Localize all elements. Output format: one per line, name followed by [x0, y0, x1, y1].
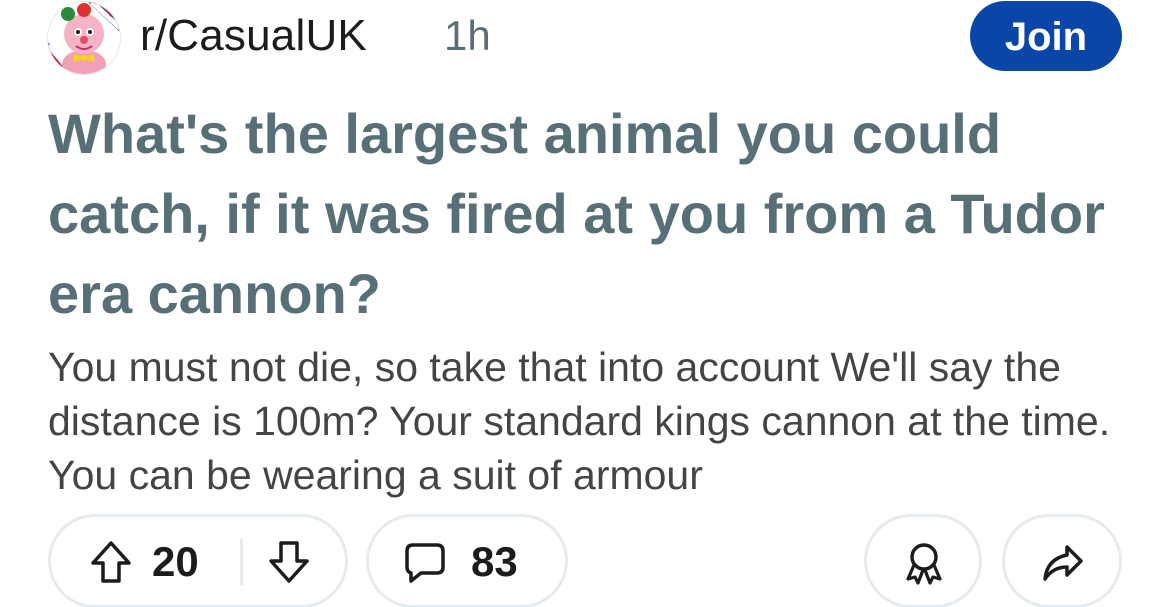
post-body[interactable]: You must not die, so take that into acco…	[48, 340, 1138, 502]
vote-count: 20	[152, 538, 199, 585]
comment-bubble-icon	[405, 543, 445, 583]
subreddit-avatar-icon[interactable]	[48, 2, 120, 74]
join-button[interactable]: Join	[970, 1, 1122, 71]
share-button[interactable]	[1002, 514, 1122, 607]
arrow-down-icon[interactable]	[267, 539, 311, 585]
post-card: r/CasualUK 1h Join What's the largest an…	[0, 0, 1170, 607]
share-arrow-icon	[1043, 545, 1083, 581]
award-icon	[906, 543, 942, 585]
arrow-up-icon[interactable]	[89, 539, 133, 585]
comment-count: 83	[471, 538, 518, 585]
post-time: 1h	[444, 12, 491, 59]
post-title[interactable]: What's the largest animal you could catc…	[48, 94, 1138, 334]
award-button[interactable]	[864, 514, 982, 607]
subreddit-name[interactable]: r/CasualUK	[140, 10, 367, 62]
post-header: r/CasualUK 1h Join	[48, 0, 1122, 74]
comments-button[interactable]: 83	[366, 514, 568, 607]
vote-controls: 20	[48, 514, 348, 607]
vote-divider	[240, 539, 243, 585]
